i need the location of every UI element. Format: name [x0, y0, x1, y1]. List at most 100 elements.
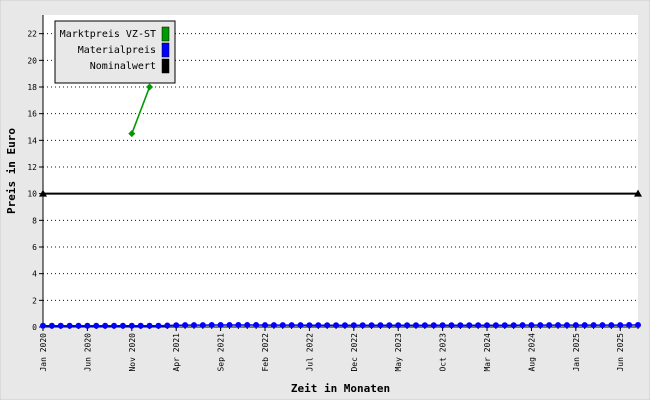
data-point — [84, 322, 91, 329]
data-point — [119, 322, 126, 329]
data-point — [519, 322, 526, 329]
data-point — [128, 322, 135, 329]
data-point — [279, 322, 286, 329]
x-tick-label: Jun 2020 — [83, 333, 92, 372]
data-point — [626, 322, 633, 328]
y-tick-label: 6 — [32, 243, 37, 252]
data-point — [439, 322, 446, 329]
y-axis-label: Preis in Euro — [5, 128, 18, 214]
legend: Marktpreis VZ-ST Materialpreis Nominalwert — [54, 20, 176, 84]
chart-container: 0 2 4 6 8 10 12 14 16 18 20 22 Jan 2020 Jun 2020 Nov … — [0, 0, 650, 400]
data-point — [386, 322, 393, 329]
data-point — [297, 322, 304, 329]
y-tick-label: 10 — [27, 190, 37, 199]
legend-label: Materialpreis — [78, 45, 156, 56]
data-point — [315, 322, 322, 329]
data-point — [262, 322, 269, 329]
data-point — [395, 322, 402, 329]
x-tick-label: Mar 2024 — [483, 333, 492, 372]
x-tick-label: Jun 2025 — [616, 333, 625, 372]
data-point — [404, 322, 411, 329]
data-point — [448, 322, 455, 329]
data-point — [182, 322, 189, 329]
price-chart: 0 2 4 6 8 10 12 14 16 18 20 22 Jan 2020 Jun 2020 Nov … — [0, 0, 650, 400]
data-point — [581, 322, 588, 329]
data-point — [528, 322, 535, 329]
x-tick-label: May 2023 — [394, 333, 403, 372]
y-tick-label: 12 — [27, 163, 37, 172]
data-point — [190, 322, 197, 329]
data-point — [475, 322, 482, 329]
data-point — [608, 322, 615, 329]
legend-swatch — [161, 42, 170, 58]
data-point — [635, 322, 641, 328]
x-tick-label: Aug 2024 — [527, 333, 536, 372]
data-point — [546, 322, 553, 329]
data-point — [333, 322, 340, 329]
data-point — [412, 322, 419, 329]
x-tick-label: Dec 2022 — [350, 333, 359, 372]
data-point — [324, 322, 331, 329]
y-tick-label: 4 — [32, 270, 37, 279]
data-point — [572, 322, 579, 329]
data-point — [164, 322, 171, 329]
x-tick-label: Oct 2023 — [439, 333, 448, 372]
data-point — [457, 322, 464, 329]
y-tick-label: 20 — [27, 56, 37, 65]
data-point — [75, 322, 82, 329]
data-point — [235, 322, 242, 328]
legend-label: Nominalwert — [90, 61, 156, 72]
y-tick-label: 2 — [32, 296, 37, 305]
x-tick-label: Apr 2021 — [172, 333, 181, 372]
data-point — [155, 322, 162, 329]
legend-swatch — [161, 26, 170, 42]
x-tick-label: Feb 2022 — [261, 333, 270, 372]
data-point — [350, 322, 357, 329]
data-point — [510, 322, 517, 329]
data-point — [306, 322, 313, 329]
y-tick-label: 0 — [32, 323, 37, 332]
data-point — [48, 322, 55, 329]
data-point — [137, 322, 144, 329]
data-point — [563, 322, 570, 329]
x-tick-label: Jul 2022 — [305, 333, 314, 372]
data-point — [590, 322, 597, 329]
data-point — [555, 322, 562, 329]
data-point — [537, 322, 544, 329]
data-point — [341, 322, 348, 329]
data-point — [599, 322, 606, 329]
data-point — [66, 322, 73, 329]
legend-swatch — [161, 58, 170, 74]
data-point — [359, 322, 366, 329]
data-point — [173, 322, 180, 329]
x-tick-label: Jan 2025 — [572, 333, 581, 372]
data-point — [146, 322, 153, 329]
data-point — [501, 322, 508, 329]
data-point — [199, 322, 206, 329]
y-tick-label: 16 — [27, 110, 37, 119]
data-point — [430, 322, 437, 329]
y-tick-label: 18 — [27, 83, 37, 92]
data-point — [421, 322, 428, 329]
data-point — [492, 322, 499, 329]
x-tick-label: Sep 2021 — [217, 333, 226, 372]
data-point — [208, 322, 215, 328]
y-tick-label: 22 — [27, 30, 37, 39]
data-point — [377, 322, 384, 329]
data-point — [226, 322, 233, 328]
data-point — [111, 322, 118, 329]
y-tick-label: 14 — [27, 136, 37, 145]
data-point — [102, 322, 109, 329]
y-tick-label: 8 — [32, 216, 37, 225]
data-point — [466, 322, 473, 329]
data-point — [484, 322, 491, 329]
data-point — [244, 322, 251, 328]
x-tick-label: Nov 2020 — [128, 333, 137, 372]
data-point — [617, 322, 624, 329]
data-point — [57, 322, 64, 329]
legend-label: Marktpreis VZ-ST — [60, 29, 156, 40]
data-point — [270, 322, 277, 329]
data-point — [253, 322, 260, 328]
data-point — [368, 322, 375, 329]
data-point — [217, 322, 224, 328]
